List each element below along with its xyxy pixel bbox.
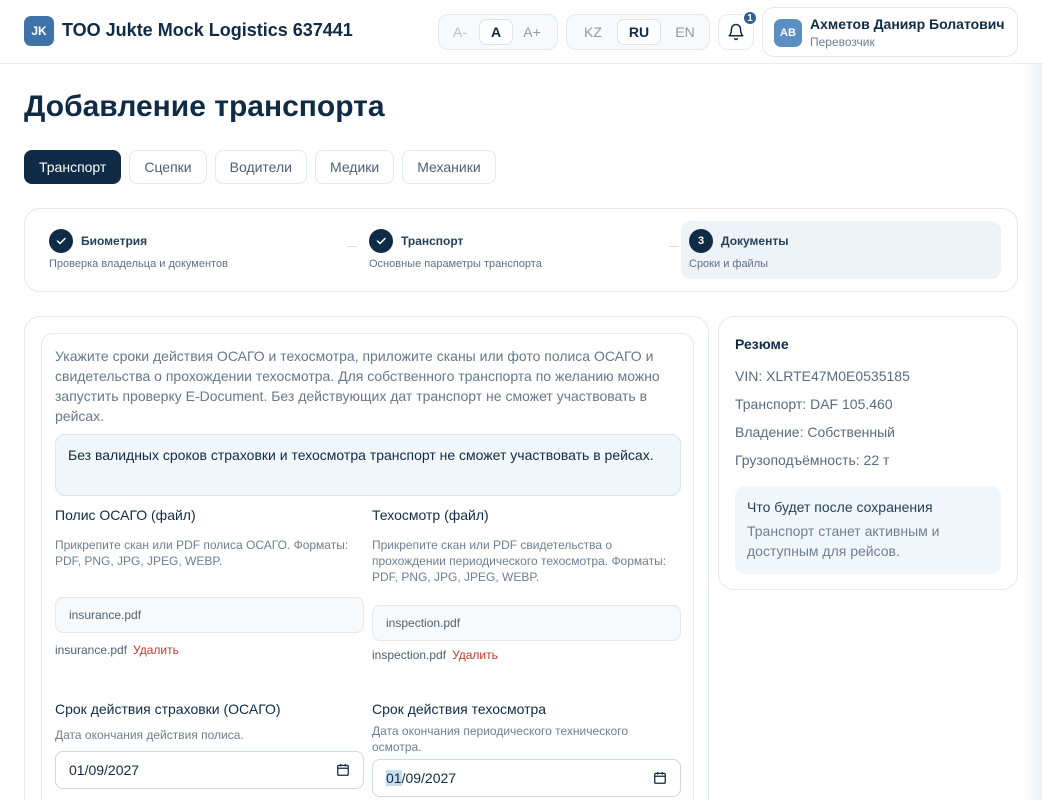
user-role: Перевозчик xyxy=(810,35,875,49)
wizard-stepper: Биометрия Проверка владельца и документо… xyxy=(24,208,1018,292)
insurance-attached-file: insurance.pdf Удалить xyxy=(55,643,179,657)
lang-kz-button[interactable]: KZ xyxy=(571,19,615,45)
company-name: TOO Jukte Mock Logistics 637441 xyxy=(62,20,353,40)
attached-file-name: inspection.pdf xyxy=(372,648,447,662)
font-size-switcher: A- A A+ xyxy=(438,14,558,50)
lang-ru-button[interactable]: RU xyxy=(617,19,661,45)
summary-vehicle: Транспорт: DAF 105.460 xyxy=(735,396,893,412)
tab-transport[interactable]: Транспорт xyxy=(24,150,122,184)
notifications-button[interactable]: 1 xyxy=(718,10,758,50)
delete-insurance-file-link[interactable]: Удалить xyxy=(133,643,179,657)
language-switcher: KZ RU EN xyxy=(566,14,710,50)
summary-ownership: Владение: Собственный xyxy=(735,424,895,440)
calendar-icon[interactable] xyxy=(336,763,350,777)
inspection-attached-file: inspection.pdf Удалить xyxy=(372,648,498,662)
page-title: Добавление транспорта xyxy=(24,90,385,123)
step-subtitle: Основные параметры транспорта xyxy=(369,258,542,270)
step-title: Биометрия xyxy=(81,234,148,248)
insurance-date-hint: Дата окончания действия полиса. xyxy=(55,728,244,742)
date-value: 01/09/2027 xyxy=(69,762,140,778)
form-intro: Укажите сроки действия ОСАГО и техосмотр… xyxy=(55,348,660,424)
after-save-info: Что будет после сохранения Транспорт ста… xyxy=(735,486,1001,574)
entity-tabs: Транспорт Сцепки Водители Медики Механик… xyxy=(24,150,496,184)
top-bar: JK TOO Jukte Mock Logistics 637441 A- A … xyxy=(0,0,1042,64)
inspection-file-label: Техосмотр (файл) xyxy=(372,507,489,523)
summary-card: Резюме VIN: XLRTE47M0E0535185 Транспорт:… xyxy=(718,316,1018,590)
step-biometry[interactable]: Биометрия Проверка владельца и документо… xyxy=(49,221,339,279)
documents-card: Укажите сроки действия ОСАГО и техосмотр… xyxy=(24,316,709,800)
font-decrease-button[interactable]: A- xyxy=(443,19,477,45)
step-documents[interactable]: 3 Документы Сроки и файлы xyxy=(681,221,1001,279)
after-save-text: Транспорт станет активным и доступным дл… xyxy=(747,523,940,559)
tab-trailers[interactable]: Сцепки xyxy=(129,150,207,184)
tab-drivers[interactable]: Водители xyxy=(214,150,307,184)
tab-medics[interactable]: Медики xyxy=(315,150,395,184)
tab-mechanics[interactable]: Механики xyxy=(402,150,496,184)
after-save-title: Что будет после сохранения xyxy=(747,499,933,515)
insurance-date-label: Срок действия страховки (ОСАГО) xyxy=(55,701,281,717)
inspection-date-label: Срок действия техосмотра xyxy=(372,701,547,717)
inspection-file-input[interactable]: inspection.pdf xyxy=(372,605,681,641)
date-value: 01/09/2027 xyxy=(386,770,456,786)
date-day-segment[interactable]: 01 xyxy=(386,770,402,786)
step-title: Документы xyxy=(721,234,789,248)
company-logo: JK xyxy=(24,16,54,46)
date-rest-segment[interactable]: /09/2027 xyxy=(402,770,457,786)
user-name: Ахметов Данияр Болатович xyxy=(810,16,1005,32)
step-subtitle: Проверка владельца и документов xyxy=(49,258,228,270)
delete-inspection-file-link[interactable]: Удалить xyxy=(452,648,498,662)
check-icon xyxy=(56,237,66,245)
summary-capacity: Грузоподъёмность: 22 т xyxy=(735,452,890,468)
font-normal-button[interactable]: A xyxy=(479,19,513,45)
calendar-icon[interactable] xyxy=(653,771,667,785)
insurance-file-label: Полис ОСАГО (файл) xyxy=(55,507,196,523)
lang-en-button[interactable]: EN xyxy=(663,19,707,45)
inspection-file-hint: Прикрепите скан или PDF свидетельства о … xyxy=(372,538,667,584)
step-connector xyxy=(669,246,679,247)
font-increase-button[interactable]: A+ xyxy=(515,19,549,45)
check-icon xyxy=(376,237,386,245)
step-connector xyxy=(347,246,357,247)
step-transport[interactable]: Транспорт Основные параметры транспорта xyxy=(369,221,659,279)
attached-file-name: insurance.pdf xyxy=(55,643,128,657)
scroll-edge-shade xyxy=(1022,64,1042,800)
step-subtitle: Сроки и файлы xyxy=(689,258,769,270)
step-number: 3 xyxy=(689,229,713,253)
step-done-indicator xyxy=(49,229,73,253)
insurance-file-hint: Прикрепите скан или PDF полиса ОСАГО. Фо… xyxy=(55,538,349,568)
documents-form: Укажите сроки действия ОСАГО и техосмотр… xyxy=(41,333,694,800)
step-done-indicator xyxy=(369,229,393,253)
insurance-date-input[interactable]: 01/09/2027 xyxy=(55,751,364,789)
avatar: AB xyxy=(774,19,802,47)
user-menu[interactable]: AB Ахметов Данияр Болатович Перевозчик xyxy=(762,7,1018,57)
inspection-date-input[interactable]: 01/09/2027 xyxy=(372,759,681,797)
summary-title: Резюме xyxy=(735,336,789,352)
insurance-file-input[interactable]: insurance.pdf xyxy=(55,597,364,633)
summary-vin: VIN: XLRTE47M0E0535185 xyxy=(735,368,910,384)
inspection-date-hint: Дата окончания периодического техническо… xyxy=(372,724,628,754)
bell-icon xyxy=(728,23,744,41)
warning-notice: Без валидных сроков страховки и техосмот… xyxy=(55,434,681,496)
step-title: Транспорт xyxy=(401,234,464,248)
notification-count-badge: 1 xyxy=(742,10,758,26)
